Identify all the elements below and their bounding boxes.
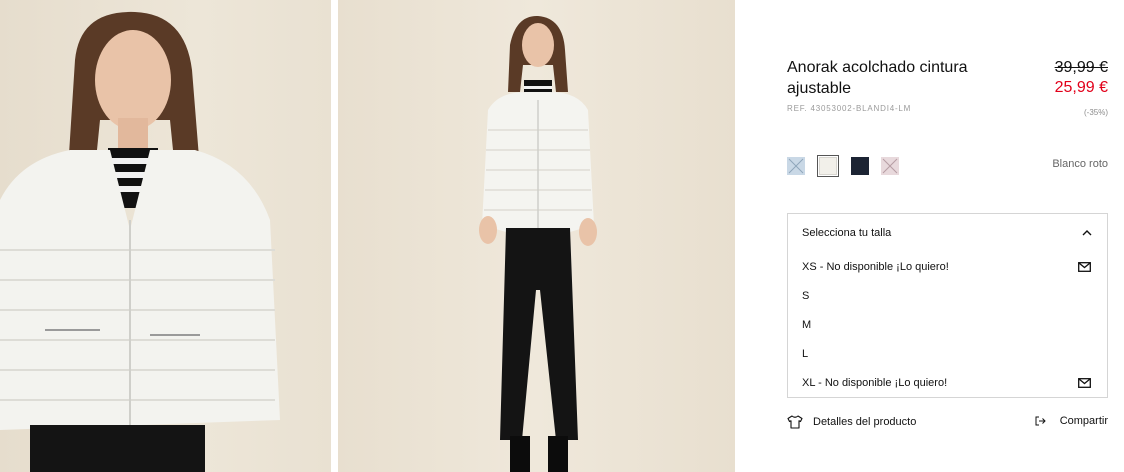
color-swatch-light-blue[interactable] [787,157,805,175]
product-details-label: Detalles del producto [813,416,917,428]
chevron-up-icon[interactable] [1082,230,1092,236]
mail-icon[interactable] [1078,262,1091,272]
color-swatch-navy[interactable] [851,157,869,175]
size-option-l[interactable]: L [802,348,808,360]
product-photo-closeup-illustration [0,11,280,472]
mail-icon[interactable] [1078,378,1091,388]
product-photo-fullbody-illustration [479,15,597,472]
share-label: Compartir [1059,415,1108,427]
size-option-m[interactable]: M [802,319,811,331]
product-details-link[interactable]: Detalles del producto [787,415,916,429]
color-selector [787,155,911,177]
share-icon [1035,416,1046,426]
unavailable-cross-icon [882,158,898,174]
product-photo-closeup[interactable] [0,0,331,472]
unavailable-cross-icon [788,158,804,174]
size-option-xl[interactable]: XL - No disponible ¡Lo quiero! [802,377,947,389]
product-photo-fullbody[interactable] [338,0,735,472]
selected-color-name: Blanco roto [1052,158,1108,170]
color-swatch-pink[interactable] [881,157,899,175]
product-actions: Detalles del producto Compartir [787,415,1108,433]
product-info-panel: Anorak acolchado cintura ajustable REF. … [787,0,1108,472]
tshirt-icon [787,415,803,429]
original-price: 39,99 € [1054,59,1108,76]
size-option-s[interactable]: S [802,290,809,302]
share-link[interactable]: Compartir [1035,415,1108,427]
product-title: Anorak acolchado cintura ajustable [787,59,968,97]
discount-badge: (-35%) [1083,108,1108,117]
color-swatch-off-white[interactable] [817,155,839,177]
sale-price: 25,99 € [1054,79,1108,96]
size-dropdown-header[interactable]: Selecciona tu talla [802,227,891,239]
color-swatch-fill [819,157,837,175]
size-dropdown[interactable]: Selecciona tu talla XS - No disponible ¡… [787,213,1108,398]
size-option-xs[interactable]: XS - No disponible ¡Lo quiero! [802,261,949,273]
product-reference: REF. 43053002-BLANDI4-LM [787,104,912,113]
